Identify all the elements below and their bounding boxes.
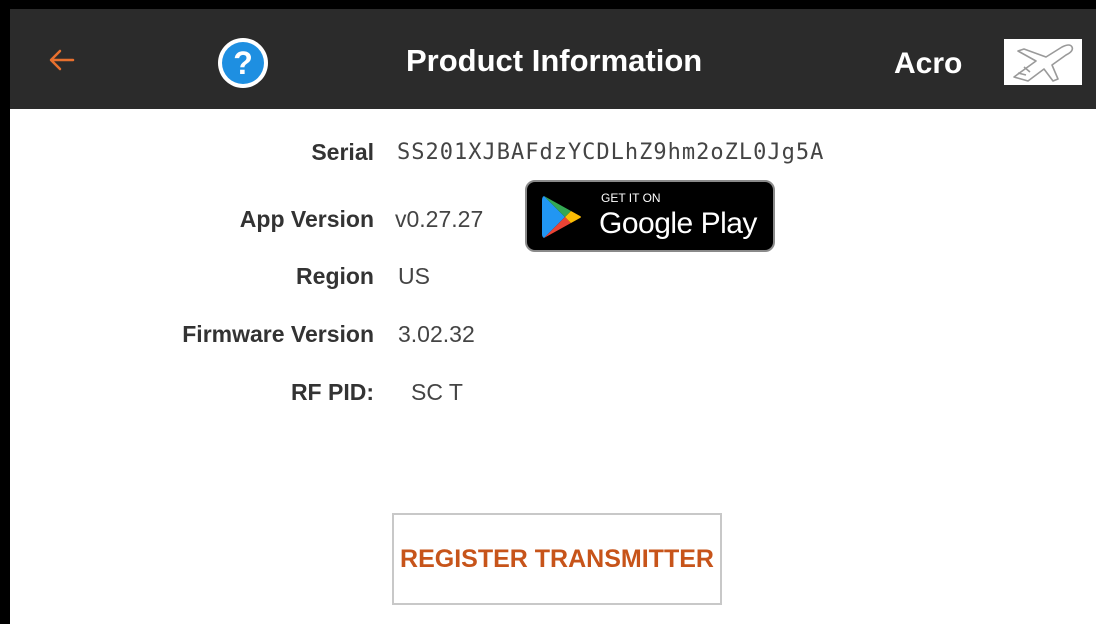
page-title: Product Information [406,43,703,78]
app-version-label: App Version [239,206,374,232]
google-play-big-text: Google Play [599,207,757,240]
google-play-logo-icon [542,196,581,238]
firmware-version-label: Firmware Version [182,321,374,347]
rf-pid-label: RF PID: [290,379,374,405]
google-play-badge[interactable]: GET IT ON Google Play [525,180,775,252]
airplane-outline-icon [1013,44,1074,82]
register-transmitter-button[interactable]: REGISTER TRANSMITTER [392,513,722,605]
serial-label: Serial [311,139,374,165]
region-label: Region [296,263,374,289]
app-version-value: v0.27.27 [395,206,484,232]
help-circle-icon: ? [222,42,264,84]
help-button[interactable]: ? [218,38,268,88]
google-play-small-text: GET IT ON [601,191,661,205]
rf-pid-value: SC T [411,379,463,405]
app-window: ? Product Information Acro Serial SS201X… [10,9,1096,624]
arrow-left-icon[interactable] [46,44,78,76]
firmware-version-value: 3.02.32 [398,321,475,347]
model-name[interactable]: Acro [894,46,962,82]
serial-value: SS201XJBAFdzYCDLhZ9hm2oZL0Jg5A [397,140,825,165]
model-type-button[interactable] [1004,39,1082,85]
region-value: US [398,263,430,289]
top-bar: ? Product Information Acro [10,9,1096,109]
